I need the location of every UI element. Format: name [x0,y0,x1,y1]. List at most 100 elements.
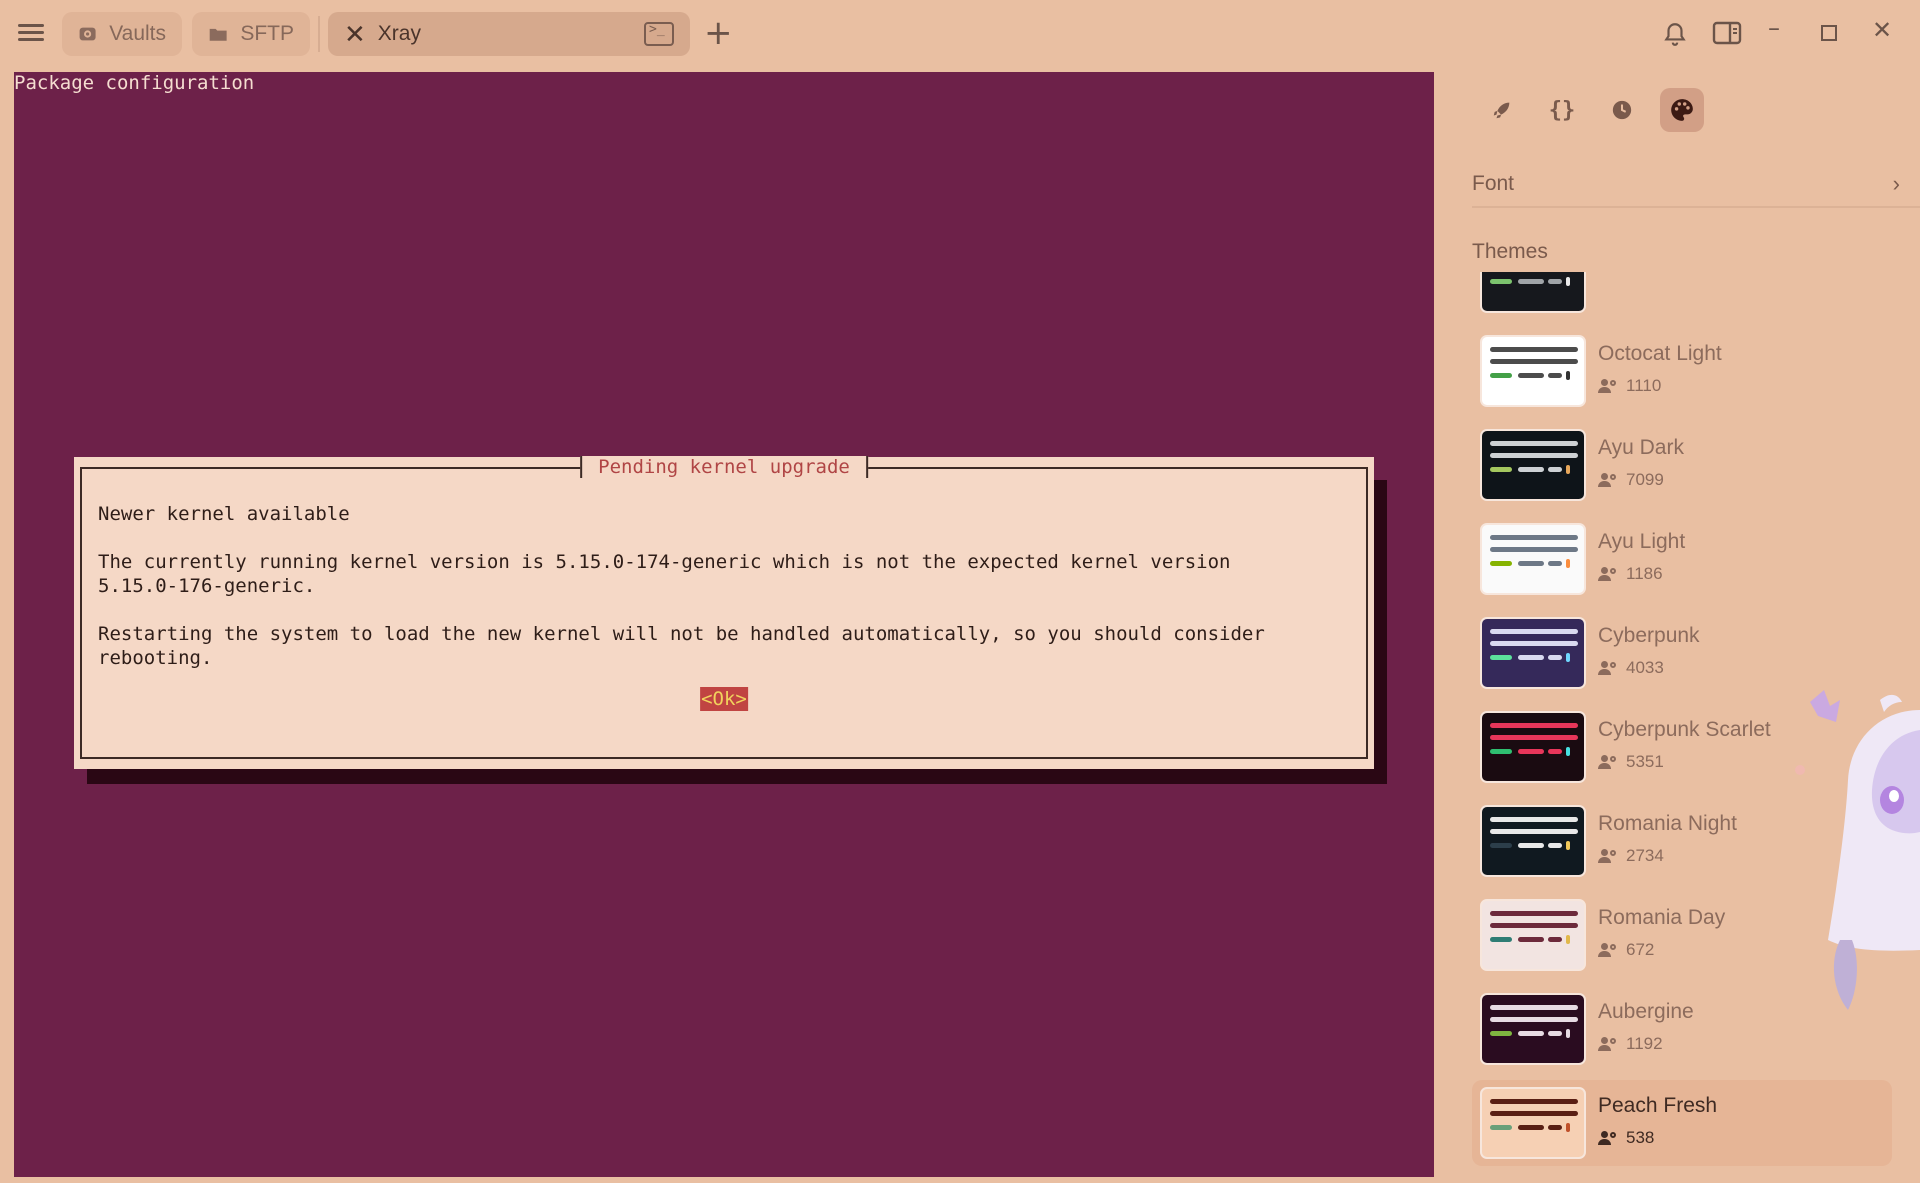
thumb-bar [1490,1005,1578,1010]
theme-user-count: 7099 [1598,470,1664,490]
theme-item[interactable]: Octocat Light 1110 [1472,328,1892,414]
thumb-bar [1548,655,1562,660]
terminal-header-text: Package configuration [14,72,255,94]
thumb-bar [1490,1099,1578,1104]
thumb-bar [1490,723,1578,728]
thumb-bar [1518,749,1544,754]
bell-icon[interactable] [1662,20,1688,48]
thumb-bar [1518,561,1544,566]
tab-label: Xray [377,22,421,45]
dialog-title: Pending kernel upgrade [580,456,868,478]
thumb-bar [1518,655,1544,660]
users-icon [1598,1131,1620,1145]
thumb-bar [1490,937,1512,942]
tab-vaults[interactable]: Vaults [62,12,182,56]
theme-preview-thumbnail [1480,993,1586,1065]
thumb-bar [1566,559,1570,568]
thumb-bar [1490,1111,1578,1116]
theme-preview-thumbnail [1480,335,1586,407]
thumb-bar [1490,347,1578,352]
thumb-bar [1490,749,1512,754]
thumb-bar [1518,937,1544,942]
thumb-bar [1490,655,1512,660]
theme-preview-thumbnail [1480,899,1586,971]
terminal[interactable]: Package configuration Pending kernel upg… [14,72,1434,1177]
snippets-icon[interactable]: {} [1540,88,1584,132]
thumb-bar [1490,735,1578,740]
thumb-bar [1490,641,1578,646]
themes-heading: Themes [1472,240,1548,263]
thumb-bar [1490,1017,1578,1022]
thumb-bar [1490,279,1512,284]
add-tab-icon[interactable]: + [704,16,733,50]
font-setting-row[interactable]: Font › [1472,168,1920,208]
theme-name: Romania Day [1598,906,1726,929]
maximize-icon[interactable] [1820,24,1838,42]
thumb-bar [1548,749,1562,754]
thumb-bar [1490,441,1578,446]
minimize-icon[interactable]: – [1768,16,1780,40]
theme-preview-thumbnail [1480,272,1586,313]
user-count-value: 1186 [1626,564,1663,583]
theme-preview-thumbnail [1480,617,1586,689]
user-count-value: 672 [1626,940,1655,959]
users-icon [1598,943,1620,957]
tab-divider [318,16,320,52]
rocket-icon[interactable] [1480,88,1524,132]
thumb-bar [1566,935,1570,944]
thumb-bar [1518,1031,1544,1036]
tab-label: Vaults [109,22,166,45]
thumb-bar [1548,937,1562,942]
history-icon[interactable] [1600,88,1644,132]
thumb-bar [1548,279,1562,284]
theme-item[interactable]: 9075 [1472,272,1892,320]
theme-item[interactable]: Ayu Dark 7099 [1472,422,1892,508]
close-window-icon[interactable]: ✕ [1872,18,1892,42]
hamburger-menu-icon[interactable] [18,20,44,46]
thumb-bar [1490,467,1512,472]
theme-item[interactable]: Cyberpunk 4033 [1472,610,1892,696]
user-count-value: 5351 [1626,752,1664,771]
vault-icon [79,27,96,41]
thumb-bar [1490,1125,1512,1130]
user-count-value: 1110 [1626,376,1662,395]
kernel-upgrade-dialog: Pending kernel upgrade Newer kernel avai… [74,456,1374,769]
theme-item[interactable]: Peach Fresh 538 [1472,1080,1892,1166]
thumb-bar [1566,371,1570,380]
users-icon [1598,379,1620,393]
close-tab-icon[interactable]: ✕ [344,21,366,47]
theme-preview-thumbnail [1480,805,1586,877]
thumb-bar [1518,1125,1544,1130]
users-icon [1598,567,1620,581]
thumb-bar [1518,373,1544,378]
user-count-value: 538 [1626,1128,1655,1147]
tab-xray[interactable]: ✕ Xray [328,12,690,56]
thumb-bar [1548,373,1562,378]
font-label: Font [1472,172,1515,195]
users-icon [1598,1037,1620,1051]
theme-item[interactable]: Ayu Light 1186 [1472,516,1892,602]
thumb-bar [1548,843,1562,848]
ok-button[interactable]: <Ok> [700,687,748,711]
dialog-body: Newer kernel available The currently run… [98,503,1265,669]
panel-toolbar: {} [1480,88,1704,132]
thumb-bar [1490,561,1512,566]
sidebar-toggle-icon[interactable] [1712,20,1742,46]
theme-preview-thumbnail [1480,711,1586,783]
user-count-value: 1192 [1626,1034,1663,1053]
thumb-bar [1548,467,1562,472]
users-icon [1598,661,1620,675]
tab-sftp[interactable]: SFTP [192,12,310,56]
theme-user-count: 1110 [1598,376,1661,396]
chevron-right-icon: › [1892,171,1900,196]
terminal-icon [644,22,674,46]
thumb-bar [1490,923,1578,928]
thumb-bar [1490,1031,1512,1036]
palette-icon[interactable] [1660,88,1704,132]
user-count-value: 7099 [1626,470,1664,489]
theme-name: Ayu Dark [1598,436,1684,459]
theme-user-count: 1186 [1598,564,1663,584]
theme-user-count: 1192 [1598,1034,1663,1054]
folder-icon [209,28,227,41]
thumb-bar [1518,279,1544,284]
